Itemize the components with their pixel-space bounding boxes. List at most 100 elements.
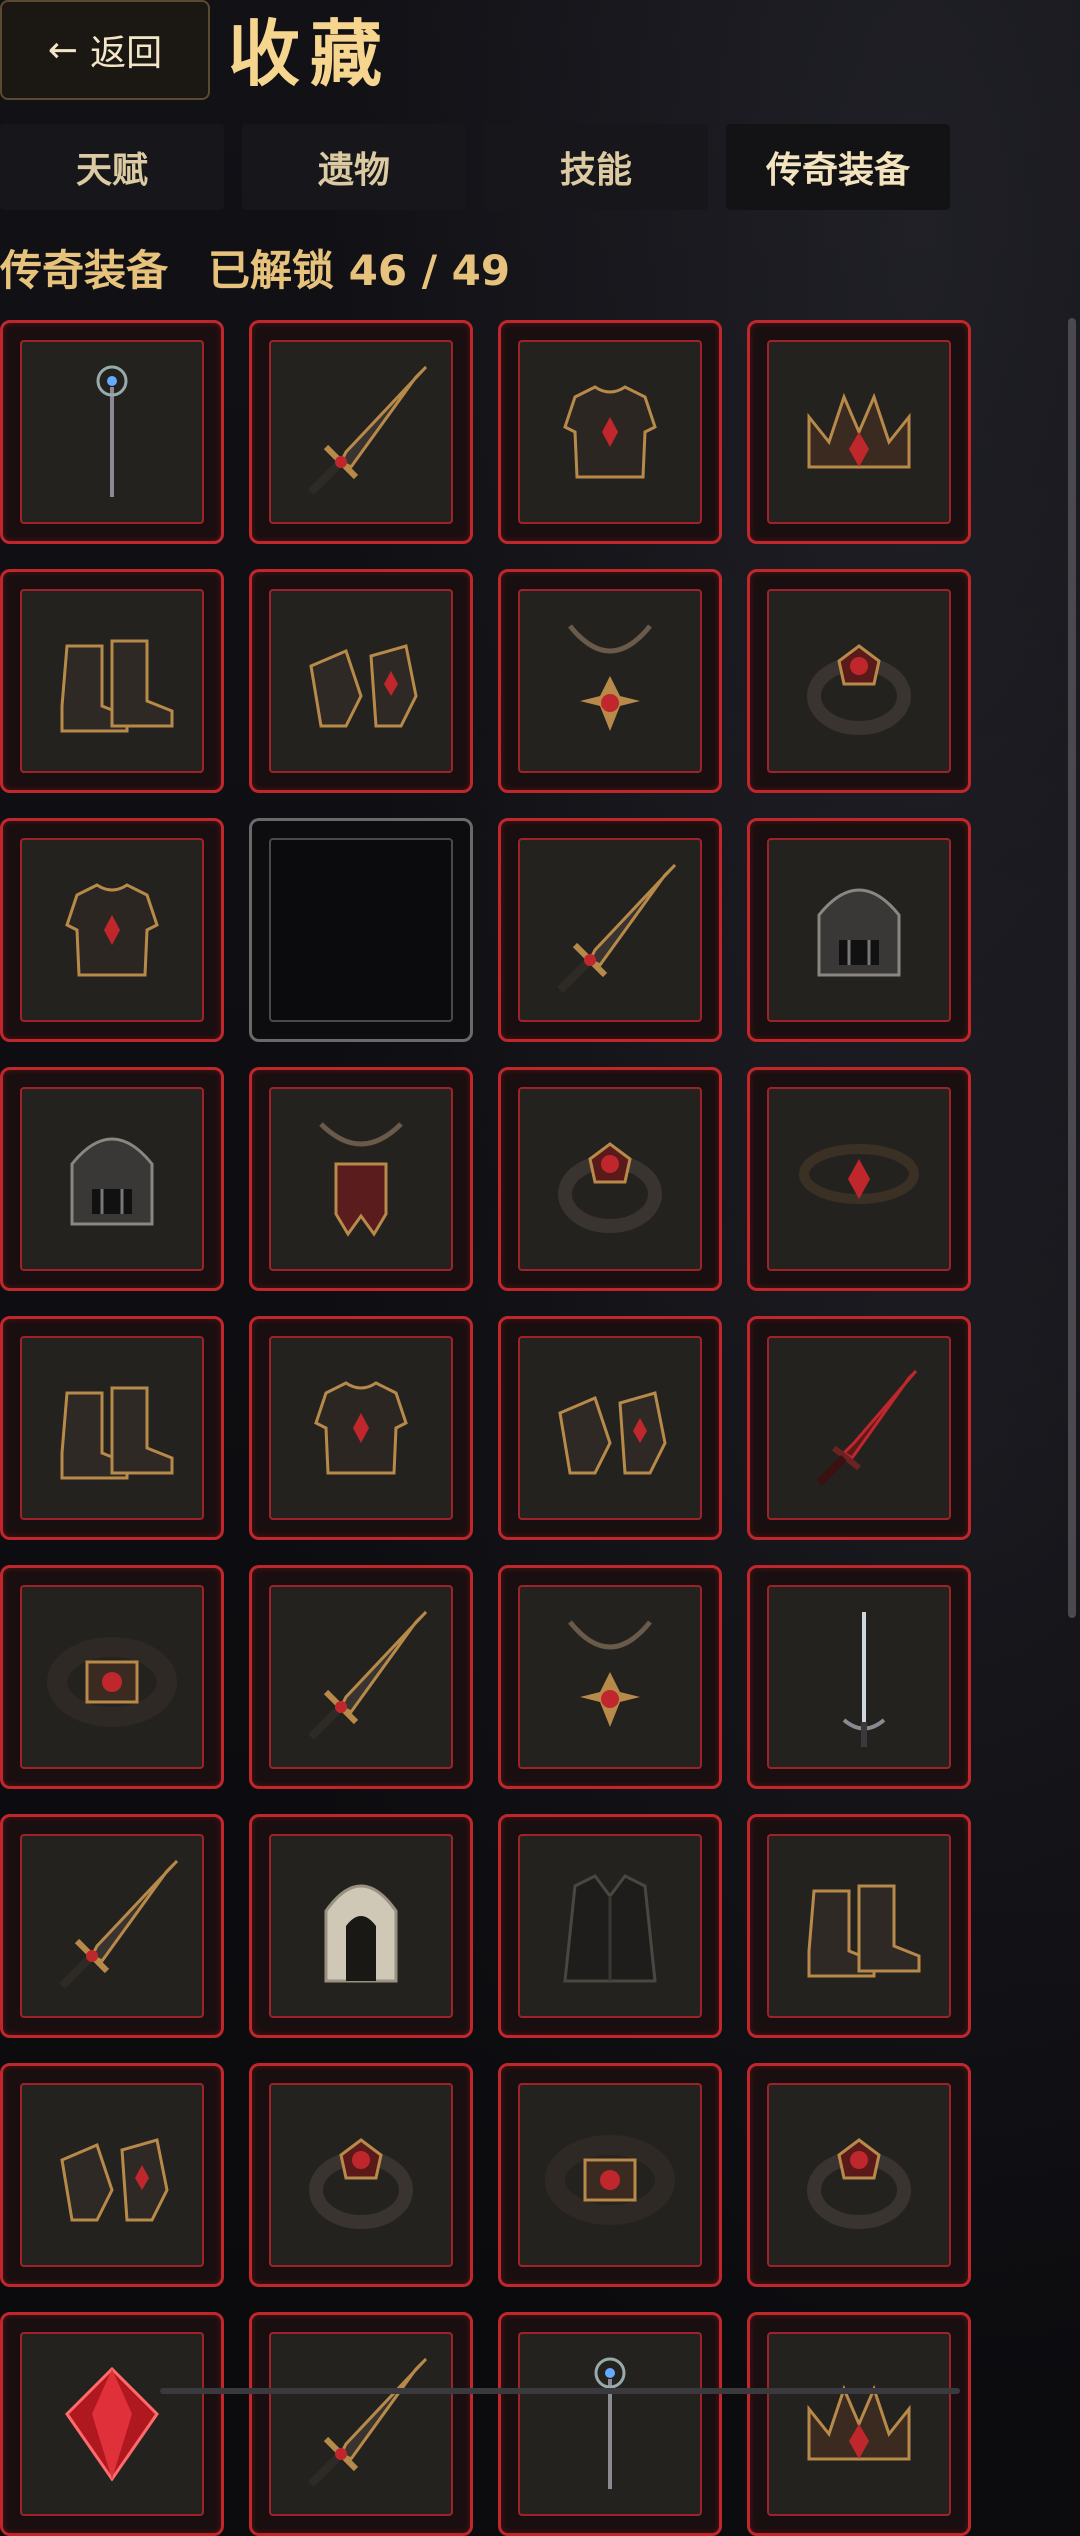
back-label: 返回 [90, 33, 163, 74]
item-slot[interactable] [249, 1067, 473, 1291]
item-slot[interactable] [498, 1565, 722, 1789]
item-frame [518, 838, 702, 1022]
item-grid [0, 320, 976, 2536]
item-frame [518, 340, 702, 524]
scrollbar[interactable] [1068, 318, 1076, 1618]
sword-icon [557, 863, 677, 993]
item-slot[interactable] [0, 1565, 224, 1789]
item-slot[interactable] [249, 1565, 473, 1789]
item-slot[interactable] [0, 2312, 224, 2536]
item-frame [767, 1087, 951, 1271]
staff-icon [96, 365, 128, 497]
rapier-icon [842, 1612, 886, 1747]
boots-icon [60, 1386, 174, 1480]
ring-icon [807, 2138, 911, 2229]
back-button[interactable]: ← 返回 [0, 0, 210, 100]
item-slot[interactable] [747, 818, 971, 1042]
tab-skills[interactable]: 技能 [484, 124, 708, 210]
item-slot[interactable] [0, 2063, 224, 2287]
item-frame [767, 838, 951, 1022]
item-slot[interactable] [747, 2312, 971, 2536]
ring-icon [807, 644, 911, 735]
item-slot[interactable] [747, 320, 971, 544]
sword-icon [59, 1859, 179, 1989]
item-slot[interactable] [249, 2063, 473, 2287]
tab-relics[interactable]: 遗物 [242, 124, 466, 210]
item-slot[interactable] [249, 1316, 473, 1540]
chest-armor-icon [314, 1381, 408, 1475]
item-slot[interactable] [498, 320, 722, 544]
item-slot[interactable] [498, 1067, 722, 1291]
home-indicator [160, 2388, 960, 2394]
item-slot[interactable] [747, 1565, 971, 1789]
item-frame [767, 1834, 951, 2018]
item-frame [269, 589, 453, 773]
amulet-icon [568, 624, 652, 731]
item-slot[interactable] [0, 1814, 224, 2038]
item-slot[interactable] [498, 569, 722, 793]
item-slot[interactable] [249, 2312, 473, 2536]
item-frame [767, 589, 951, 773]
item-frame [20, 1087, 204, 1271]
item-frame [20, 1585, 204, 1769]
item-slot[interactable] [498, 2312, 722, 2536]
item-frame [269, 340, 453, 524]
item-frame [269, 838, 453, 1022]
locked-item-slot[interactable] [249, 818, 473, 1042]
gauntlets-icon [60, 2138, 169, 2222]
item-frame [269, 1087, 453, 1271]
item-frame [518, 1336, 702, 1520]
item-slot[interactable] [747, 1067, 971, 1291]
chest-armor-icon [563, 385, 657, 479]
belt-icon [47, 1637, 177, 1727]
item-slot[interactable] [249, 569, 473, 793]
item-slot[interactable] [747, 1316, 971, 1540]
left-arrow-icon: ← [47, 29, 79, 71]
tab-legendary-gear[interactable]: 传奇装备 [726, 124, 950, 210]
item-slot[interactable] [0, 1067, 224, 1291]
section-name: 传奇装备 [0, 245, 169, 295]
item-frame [767, 1336, 951, 1520]
gem-icon [65, 2366, 159, 2482]
item-slot[interactable] [0, 818, 224, 1042]
item-frame [269, 1585, 453, 1769]
sword-icon [308, 1610, 428, 1740]
item-frame [20, 1336, 204, 1520]
staff-icon [594, 2357, 626, 2489]
tab-talents[interactable]: 天赋 [0, 124, 224, 210]
helmet-icon [70, 1137, 154, 1226]
item-slot[interactable] [249, 1814, 473, 2038]
item-frame [269, 1834, 453, 2018]
item-frame [269, 1336, 453, 1520]
item-frame [518, 1087, 702, 1271]
item-frame [20, 340, 204, 524]
item-slot[interactable] [498, 1814, 722, 2038]
amulet-icon [568, 1620, 652, 1727]
item-slot[interactable] [0, 1316, 224, 1540]
item-frame [20, 2332, 204, 2516]
item-slot[interactable] [747, 1814, 971, 2038]
crown-icon [807, 2384, 911, 2461]
chest-armor-icon [65, 883, 159, 977]
sword-icon [308, 365, 428, 495]
item-slot[interactable] [498, 1316, 722, 1540]
item-frame [20, 2083, 204, 2267]
item-slot[interactable] [0, 569, 224, 793]
helmet-icon [817, 888, 901, 977]
item-frame [518, 2332, 702, 2516]
gauntlets-icon [309, 644, 418, 728]
item-frame [767, 2083, 951, 2267]
sword-icon [308, 2357, 428, 2487]
belt-icon [545, 2135, 675, 2225]
item-slot[interactable] [747, 569, 971, 793]
item-slot[interactable] [498, 2063, 722, 2287]
tab-bar: 天赋 遗物 技能 传奇装备 [0, 124, 950, 210]
item-slot[interactable] [249, 320, 473, 544]
ring-icon [558, 1142, 662, 1233]
item-slot[interactable] [0, 320, 224, 544]
item-frame [20, 838, 204, 1022]
item-frame [767, 2332, 951, 2516]
item-slot[interactable] [498, 818, 722, 1042]
item-slot[interactable] [747, 2063, 971, 2287]
crown-icon [807, 392, 911, 469]
